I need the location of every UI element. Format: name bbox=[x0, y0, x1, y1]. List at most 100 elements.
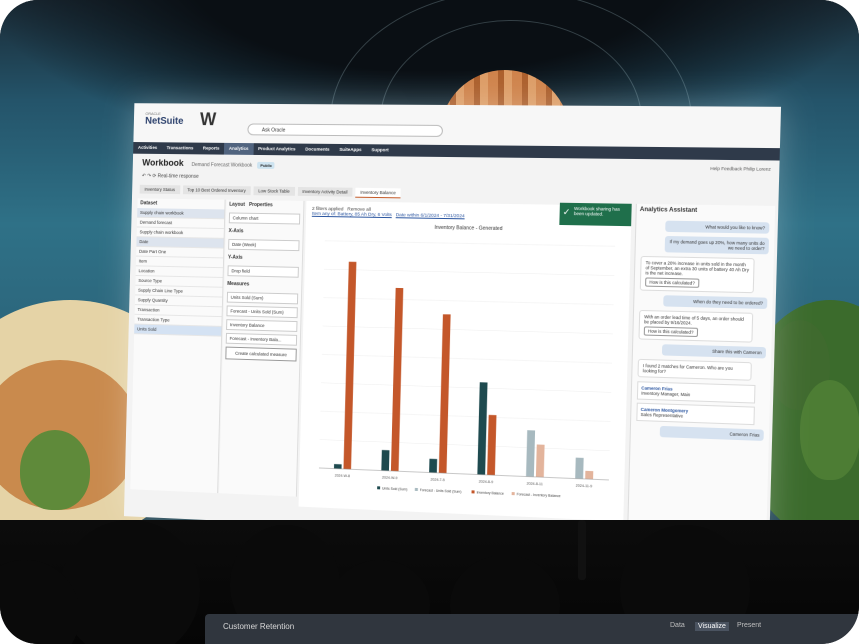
dataset-field[interactable]: Units Sold bbox=[134, 324, 221, 336]
mode-visualize[interactable]: Visualize bbox=[695, 622, 729, 631]
chart-area: 2 filters applied Remove all Item any of… bbox=[299, 201, 632, 521]
message-text: I found 2 matches for Cameron. Who are y… bbox=[643, 363, 747, 376]
assistant-message: I found 2 matches for Cameron. Who are y… bbox=[637, 359, 751, 381]
netsuite-label: NetSuite bbox=[145, 116, 184, 127]
assistant-message: To cover a 20% increase in units sold in… bbox=[640, 256, 755, 293]
laptop-title: Customer Retention bbox=[223, 622, 294, 631]
grid-line bbox=[323, 298, 613, 305]
laptop-screen: Customer Retention Data Visualize Presen… bbox=[205, 614, 859, 644]
tab-properties[interactable]: Properties bbox=[249, 202, 273, 208]
inventory-chart: Inventory Balance - Generated 2024-W-8 202… bbox=[299, 211, 632, 521]
nav-item[interactable]: Documents bbox=[300, 144, 334, 156]
nav-item[interactable]: Support bbox=[366, 144, 393, 156]
drop-field[interactable]: Drop field bbox=[227, 265, 298, 277]
bar-forecast-inventory-balance bbox=[585, 471, 593, 479]
mode-data[interactable]: Data bbox=[670, 622, 685, 629]
layout-tabs: Layout Properties bbox=[226, 200, 303, 211]
check-icon: ✓ bbox=[563, 207, 571, 218]
legend-swatch bbox=[472, 490, 475, 493]
workbook-tab[interactable]: Inventory Status bbox=[140, 185, 180, 194]
contact-role: Sales Representative bbox=[641, 412, 751, 421]
toast-text: Workbook sharing has been updated. bbox=[574, 206, 620, 217]
grid-line bbox=[320, 440, 610, 451]
grid-line bbox=[323, 326, 613, 334]
w-logo: W bbox=[200, 109, 217, 130]
measure-field[interactable]: Forecast - Units Sold (Sum) bbox=[226, 305, 297, 318]
workbook-tab[interactable]: Top 10 Best Ordered Inventory bbox=[182, 185, 250, 195]
mode-present[interactable]: Present bbox=[737, 622, 761, 629]
photo: ORACLE NetSuite W Ask Oracle Activities T… bbox=[0, 0, 859, 644]
workbook-tab[interactable]: Low Stock Table bbox=[253, 186, 294, 195]
toolbar-label: Real-time response bbox=[158, 173, 199, 179]
dataset-fields: Supply chain workbook Date Date Part One It… bbox=[134, 227, 224, 336]
measure-field[interactable]: Forecast - Inventory Bala... bbox=[226, 333, 297, 346]
ask-oracle-input[interactable]: Ask Oracle bbox=[247, 123, 443, 136]
assistant-reply[interactable]: Cameron Frias bbox=[660, 426, 764, 441]
workbook-tab[interactable]: Inventory Balance bbox=[355, 188, 401, 199]
message-text: Share this with Cameron bbox=[666, 347, 762, 355]
bar-inventory-balance bbox=[487, 415, 496, 475]
chart-type-select[interactable]: Column chart bbox=[229, 212, 300, 224]
x-tick-label: 2024-W-8 bbox=[335, 474, 350, 479]
bar-units-sold-sum- bbox=[477, 382, 487, 475]
sharing-toast: ✓ Workbook sharing has been updated. bbox=[559, 203, 631, 226]
bar-forecast-units-sold-sum- bbox=[526, 430, 535, 477]
bar-inventory-balance bbox=[439, 314, 451, 473]
user-message: When do they need to be ordered? bbox=[663, 295, 767, 309]
legend-label: Forecast - Inventory Balance bbox=[517, 492, 561, 498]
assistant-messages: What would you like to know? If my demand… bbox=[632, 220, 774, 381]
legend-swatch bbox=[377, 486, 380, 489]
x-axis-field[interactable]: Date (Week) bbox=[228, 239, 299, 251]
x-tick-label: 2024-8-9 bbox=[479, 480, 494, 485]
chart-title: Inventory Balance - Generated bbox=[434, 225, 503, 232]
legend-label: Units Sold (Sum) bbox=[382, 486, 407, 491]
workbook-tab[interactable]: Inventory Activity Detail bbox=[297, 187, 352, 197]
x-axis-label: X-Axis bbox=[226, 226, 303, 237]
grid-line bbox=[322, 354, 612, 363]
nav-item[interactable]: Analytics bbox=[224, 143, 253, 155]
backdrop-tree bbox=[20, 430, 90, 510]
measures-list: Units Sold (Sum) Forecast - Units Sold (S… bbox=[223, 292, 301, 346]
user-message: Share this with Cameron bbox=[662, 344, 766, 358]
grid-line bbox=[325, 241, 615, 247]
legend-label: Forecast - Units Sold (Sum) bbox=[420, 488, 462, 494]
how-calculated-button[interactable]: How is this calculated? bbox=[644, 326, 698, 337]
how-calculated-button[interactable]: How is this calculated? bbox=[645, 277, 699, 287]
nav-item[interactable]: Activities bbox=[133, 142, 162, 154]
measure-field[interactable]: Inventory Balance bbox=[226, 319, 297, 332]
legend-swatch bbox=[512, 492, 515, 495]
measure-field[interactable]: Units Sold (Sum) bbox=[227, 292, 298, 305]
assistant-contacts: Cameron Frias Inventory Manager, Main Came… bbox=[631, 381, 770, 426]
header-actions[interactable]: Help Feedback Philip Lorenz bbox=[710, 166, 771, 172]
contact-card[interactable]: Cameron Montgomery Sales Representative bbox=[636, 403, 755, 426]
nav-item[interactable]: Reports bbox=[198, 143, 224, 155]
x-tick-label: 2024-7-5 bbox=[430, 478, 444, 483]
nav-item[interactable]: Transactions bbox=[162, 142, 199, 154]
x-axis bbox=[319, 468, 609, 480]
message-text: What would you like to know? bbox=[669, 224, 765, 231]
create-measure-button[interactable]: Create calculated measure bbox=[225, 347, 296, 362]
workbook-toolbar[interactable]: ↶ ↷ ⟳ Real-time response bbox=[142, 173, 199, 180]
layout-panel: Layout Properties Column chart X-Axis Da… bbox=[219, 200, 304, 497]
message-text: When do they need to be ordered? bbox=[667, 298, 763, 305]
workbook-header: Workbook Demand Forecast Workbook Public bbox=[142, 158, 275, 169]
legend-label: Inventory Balance bbox=[476, 490, 504, 495]
nav-item[interactable]: SuiteApps bbox=[334, 144, 366, 156]
presenter bbox=[578, 520, 586, 580]
bar-units-sold-sum- bbox=[381, 450, 389, 471]
contact-card[interactable]: Cameron Frias Inventory Manager, Main bbox=[637, 381, 756, 403]
contact-role: Inventory Manager, Main bbox=[641, 391, 751, 400]
undo-icon[interactable]: ↶ ↷ ⟳ bbox=[142, 173, 157, 179]
projected-screen: ORACLE NetSuite W Ask Oracle Activities T… bbox=[124, 103, 781, 546]
workbook-title: Workbook bbox=[142, 158, 184, 168]
backdrop-tree bbox=[800, 380, 859, 480]
nav-item[interactable]: Product Analytics bbox=[253, 143, 300, 155]
netsuite-header: ORACLE NetSuite W Ask Oracle bbox=[133, 103, 781, 148]
tab-layout[interactable]: Layout bbox=[229, 202, 245, 208]
y-axis-label: Y-Axis bbox=[225, 253, 302, 264]
message-text: With an order lead time of 5 days, an or… bbox=[644, 314, 748, 327]
message-text: To cover a 20% increase in units sold in… bbox=[645, 260, 749, 278]
grid-line bbox=[324, 269, 614, 275]
bar-forecast-inventory-balance bbox=[536, 444, 545, 477]
public-badge: Public bbox=[257, 162, 275, 169]
